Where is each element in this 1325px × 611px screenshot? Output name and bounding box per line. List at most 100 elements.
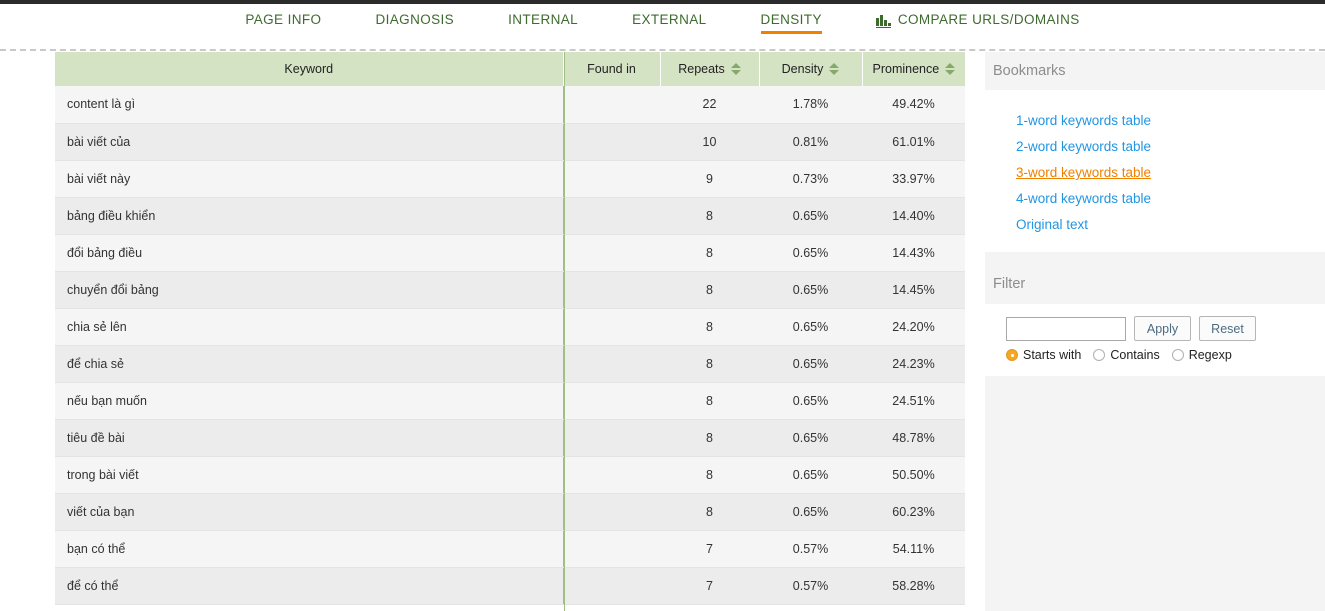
cell-prominence: 61.01% [862, 123, 965, 160]
cell-keyword: bảng điều khiển [55, 197, 563, 234]
cell-found-in [563, 197, 660, 234]
cell-keyword: nếu bạn muốn [55, 382, 563, 419]
cell-density: 0.65% [759, 419, 862, 456]
nav-tab-page-info[interactable]: PAGE INFO [218, 9, 348, 28]
cell-found-in [563, 271, 660, 308]
cell-keyword: viết của bạn [55, 493, 563, 530]
radio-button[interactable] [1093, 349, 1105, 361]
column-header-density[interactable]: Density [759, 52, 862, 86]
table-row: để có thể70.57%58.28% [55, 567, 965, 604]
keyword-link[interactable]: chuyển đổi bảng [67, 283, 159, 297]
keyword-link[interactable]: tiêu đề bài [67, 431, 125, 445]
keyword-link[interactable]: viết của bạn [67, 505, 134, 519]
cell-prominence: 48.78% [862, 419, 965, 456]
cell-repeats: 8 [660, 493, 759, 530]
nav-tab-internal[interactable]: INTERNAL [481, 9, 605, 28]
table-row: bài viết của100.81%61.01% [55, 123, 965, 160]
nav-tab-list: PAGE INFO DIAGNOSISINTERNALEXTERNAL DENSIT… [218, 9, 1106, 43]
column-header-prominence[interactable]: Prominence [862, 52, 965, 86]
keyword-link[interactable]: bài viết này [67, 172, 130, 186]
keyword-link[interactable]: content là gì [67, 97, 135, 111]
sort-descending-icon[interactable] [731, 70, 741, 75]
sort-descending-icon[interactable] [829, 70, 839, 75]
sort-ascending-icon[interactable] [945, 63, 955, 68]
table-row: nếu bạn muốn80.65%24.51% [55, 382, 965, 419]
cell-keyword: bạn có thể [55, 530, 563, 567]
keyword-link[interactable]: bài viết của [67, 135, 130, 149]
bar-chart-icon [876, 15, 891, 28]
bookmark-link-4[interactable]: 4-word keywords table [1016, 186, 1325, 212]
filter-card: Apply Reset Starts with Contains Regexp [985, 304, 1325, 376]
sort-descending-icon[interactable] [945, 70, 955, 75]
keyword-link[interactable]: đổi bảng điều [67, 246, 142, 260]
sort-arrows-density[interactable] [829, 63, 839, 75]
sort-arrows-prominence[interactable] [945, 63, 955, 75]
bookmarks-card: 1-word keywords table2-word keywords tab… [985, 90, 1325, 252]
cell-keyword: chia sẻ lên [55, 308, 563, 345]
sort-arrows-repeats[interactable] [731, 63, 741, 75]
cell-density: 0.65% [759, 308, 862, 345]
cell-density: 0.57% [759, 567, 862, 604]
column-header-found-in[interactable]: Found in [563, 52, 660, 86]
table-body: content là gì221.78%49.42%bài viết của10… [55, 86, 965, 604]
bookmark-link-3[interactable]: 3-word keywords table [1016, 160, 1325, 186]
keyword-link[interactable]: chia sẻ lên [67, 320, 127, 334]
bookmarks-title: Bookmarks [985, 52, 1325, 90]
nav-tab-density[interactable]: DENSITY [734, 9, 849, 28]
apply-button[interactable]: Apply [1134, 316, 1191, 341]
nav-tab-label: PAGE INFO [245, 12, 321, 28]
table-row: chuyển đổi bảng80.65%14.45% [55, 271, 965, 308]
filter-mode-contains[interactable]: Contains [1093, 348, 1159, 362]
table-header-row: Keyword Found in Repeats [55, 52, 965, 86]
nav-tab-external[interactable]: EXTERNAL [605, 9, 733, 28]
table-row: trong bài viết80.65%50.50% [55, 456, 965, 493]
content-area: Keyword Found in Repeats [0, 52, 1325, 611]
cell-repeats: 8 [660, 308, 759, 345]
sort-ascending-icon[interactable] [731, 63, 741, 68]
bookmark-link-1[interactable]: 1-word keywords table [1016, 108, 1325, 134]
nav-tab-label: DENSITY [761, 12, 822, 28]
bookmark-link-2[interactable]: 2-word keywords table [1016, 134, 1325, 160]
filter-mode-starts-with[interactable]: Starts with [1006, 348, 1081, 362]
reset-button[interactable]: Reset [1199, 316, 1256, 341]
filter-mode-regexp[interactable]: Regexp [1172, 348, 1232, 362]
keyword-link[interactable]: trong bài viết [67, 468, 139, 482]
cell-found-in [563, 234, 660, 271]
cell-found-in [563, 160, 660, 197]
cell-found-in [563, 493, 660, 530]
bookmark-link-5[interactable]: Original text [1016, 212, 1325, 238]
column-header-repeats[interactable]: Repeats [660, 52, 759, 86]
filter-mode-label: Contains [1110, 348, 1159, 362]
nav-tab-compare-urls-domains[interactable]: COMPARE URLS/DOMAINS [849, 9, 1107, 28]
main-navigation: PAGE INFO DIAGNOSISINTERNALEXTERNAL DENSIT… [0, 4, 1325, 48]
active-tab-underline [761, 31, 822, 34]
sort-ascending-icon[interactable] [829, 63, 839, 68]
table-row: content là gì221.78%49.42% [55, 86, 965, 123]
filter-mode-radio-group: Starts with Contains Regexp [1006, 348, 1325, 362]
keyword-link[interactable]: để chia sẻ [67, 357, 124, 371]
cell-repeats: 8 [660, 419, 759, 456]
cell-prominence: 24.51% [862, 382, 965, 419]
column-label-found-in: Found in [587, 62, 636, 76]
cell-keyword: content là gì [55, 86, 563, 123]
cell-keyword: để có thể [55, 567, 563, 604]
keyword-link[interactable]: nếu bạn muốn [67, 394, 147, 408]
cell-density: 0.57% [759, 530, 862, 567]
keyword-link[interactable]: để có thể [67, 579, 118, 593]
cell-prominence: 49.42% [862, 86, 965, 123]
column-header-keyword[interactable]: Keyword [55, 52, 563, 86]
radio-button[interactable] [1006, 349, 1018, 361]
cell-repeats: 8 [660, 345, 759, 382]
nav-tab-diagnosis[interactable]: DIAGNOSIS [348, 9, 481, 28]
cell-prominence: 33.97% [862, 160, 965, 197]
cell-density: 1.78% [759, 86, 862, 123]
column-label-keyword: Keyword [284, 62, 333, 76]
keyword-link[interactable]: bảng điều khiển [67, 209, 155, 223]
filter-input[interactable] [1006, 317, 1126, 341]
table-header: Keyword Found in Repeats [55, 52, 965, 86]
cell-prominence: 24.23% [862, 345, 965, 382]
cell-prominence: 54.11% [862, 530, 965, 567]
radio-button[interactable] [1172, 349, 1184, 361]
cell-keyword: bài viết của [55, 123, 563, 160]
keyword-link[interactable]: bạn có thể [67, 542, 125, 556]
